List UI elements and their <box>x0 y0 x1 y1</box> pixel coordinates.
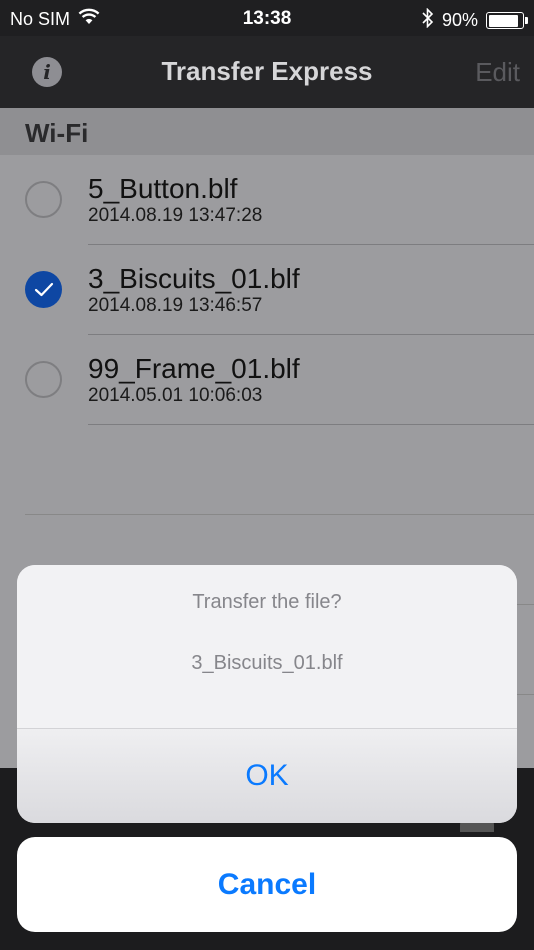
empty-row-divider <box>25 514 534 515</box>
battery-icon <box>486 12 528 29</box>
checkmark-icon <box>34 282 54 297</box>
status-bar: No SIM 13:38 90% <box>0 0 534 36</box>
bluetooth-icon <box>422 7 434 33</box>
nav-bar: i Transfer Express Edit <box>0 36 534 108</box>
list-item[interactable]: 5_Button.blf 2014.08.19 13:47:28 <box>0 155 534 245</box>
battery-percent: 90% <box>441 10 478 30</box>
page-title: Transfer Express <box>161 56 373 86</box>
list-item[interactable]: 99_Frame_01.blf 2014.05.01 10:06:03 <box>0 335 534 425</box>
radio-unchecked-icon[interactable] <box>25 181 62 218</box>
radio-unchecked-icon[interactable] <box>25 361 62 398</box>
cancel-button[interactable]: Cancel <box>17 837 517 932</box>
row-divider <box>88 424 534 425</box>
file-date: 2014.08.19 13:47:28 <box>88 205 263 226</box>
file-name: 99_Frame_01.blf <box>88 353 300 384</box>
status-right: 90% <box>422 7 528 33</box>
battery-tip <box>525 17 528 24</box>
ok-button[interactable]: OK <box>17 729 517 823</box>
radio-checked-icon[interactable] <box>25 271 62 308</box>
battery-level <box>488 14 519 27</box>
list-item[interactable]: 3_Biscuits_01.blf 2014.08.19 13:46:57 <box>0 245 534 335</box>
action-sheet: Transfer the file? 3_Biscuits_01.blf OK <box>17 565 517 823</box>
file-name: 5_Button.blf <box>88 173 238 204</box>
edit-button[interactable]: Edit <box>475 57 520 88</box>
file-name: 3_Biscuits_01.blf <box>88 263 300 294</box>
file-date: 2014.05.01 10:06:03 <box>88 385 263 406</box>
section-header-wifi: Wi-Fi <box>0 108 534 155</box>
action-sheet-title: Transfer the file? <box>192 591 342 613</box>
file-date: 2014.08.19 13:46:57 <box>88 295 263 316</box>
action-sheet-header: Transfer the file? 3_Biscuits_01.blf <box>17 565 517 728</box>
action-sheet-message: 3_Biscuits_01.blf <box>191 652 343 674</box>
